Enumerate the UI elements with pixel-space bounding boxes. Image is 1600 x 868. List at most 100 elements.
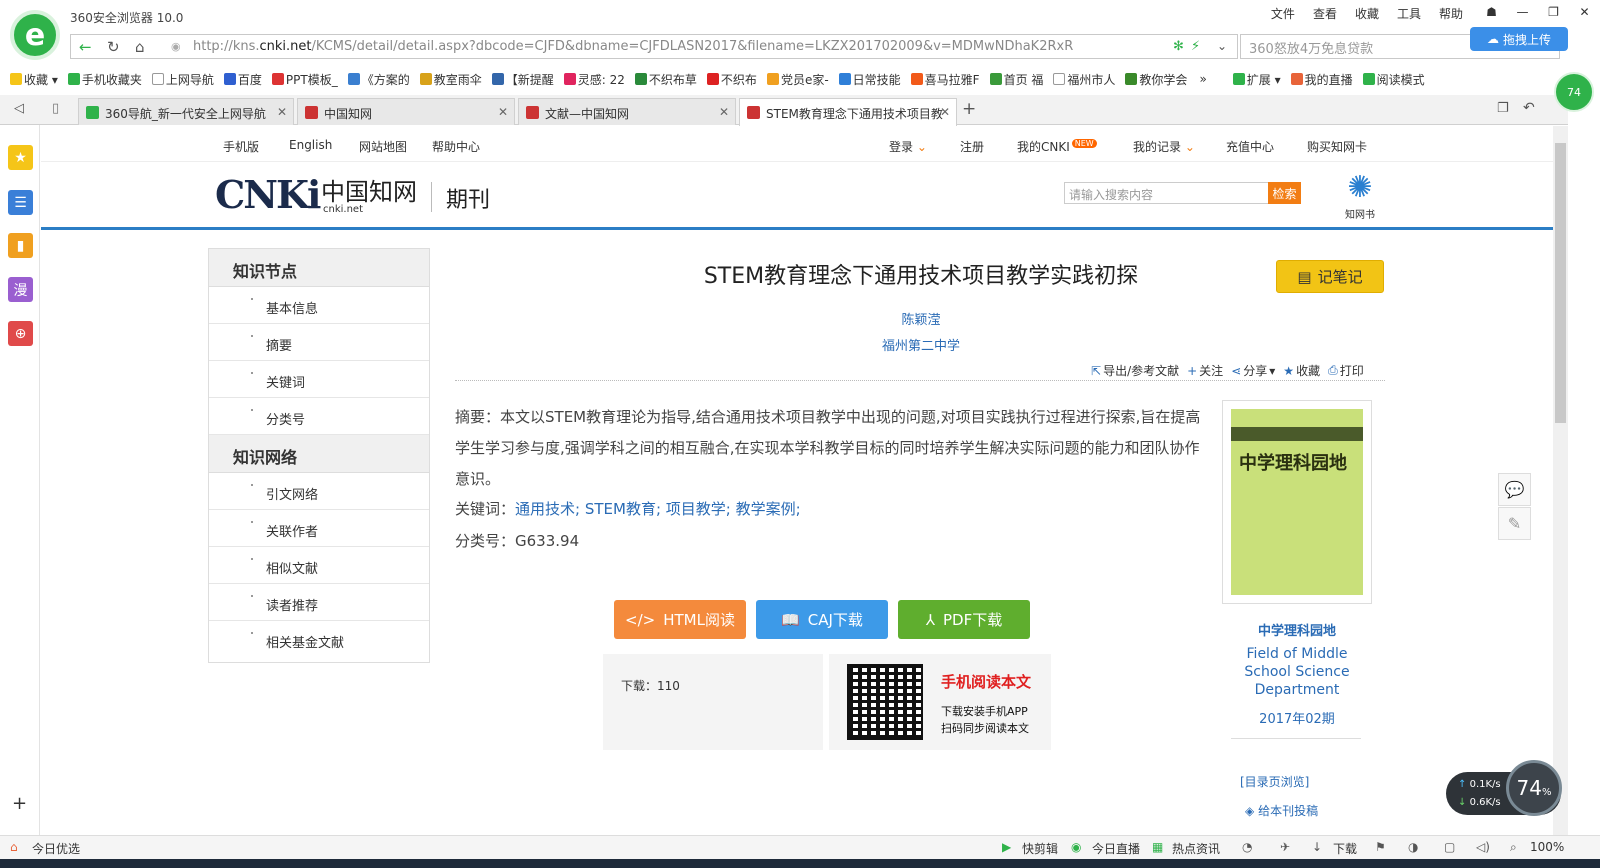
- nav-my-records[interactable]: 我的记录 ⌄: [1133, 138, 1195, 155]
- undo-close-icon[interactable]: ↶: [1523, 100, 1535, 116]
- keywords-links[interactable]: 通用技术; STEM教育; 项目教学; 教学案例;: [515, 500, 801, 518]
- add-sidebar-icon[interactable]: +: [12, 793, 27, 814]
- bookmark-item[interactable]: 我的直播: [1290, 71, 1353, 88]
- bookmark-item[interactable]: 收藏 ▾: [10, 71, 58, 88]
- mute-icon[interactable]: ✈: [1280, 840, 1290, 854]
- nav-sitemap[interactable]: 网站地图: [359, 138, 407, 155]
- more-bookmarks-icon[interactable]: »: [1199, 72, 1206, 86]
- knav-similar-literature[interactable]: 相似文献: [209, 547, 429, 584]
- menu-help[interactable]: 帮助: [1437, 3, 1465, 24]
- bookmark-item[interactable]: 教室雨伞: [419, 71, 482, 88]
- tab-close-icon[interactable]: ✕: [940, 105, 950, 119]
- minimize-button[interactable]: —: [1507, 0, 1538, 24]
- pdf-download-button[interactable]: ⅄ PDF下载: [898, 600, 1030, 639]
- nav-english[interactable]: English: [289, 138, 332, 152]
- list-icon[interactable]: ☰: [8, 190, 33, 215]
- tab-article-active[interactable]: STEM教育理念下通用技术项目教 ✕: [739, 98, 957, 126]
- bookmark-item[interactable]: 不织布: [706, 71, 757, 88]
- bookmark-item[interactable]: PPT模板_: [271, 71, 338, 88]
- nav-register[interactable]: 注册: [960, 138, 984, 155]
- site-search-input[interactable]: 请输入搜索内容: [1064, 182, 1269, 204]
- bookmark-item[interactable]: 【新提醒: [491, 71, 554, 88]
- tab-cnki-literature[interactable]: 文献—中国知网 ✕: [518, 98, 736, 125]
- close-button[interactable]: ✕: [1569, 0, 1600, 24]
- menu-view[interactable]: 查看: [1311, 3, 1339, 24]
- article-organization[interactable]: 福州第二中学: [801, 335, 1041, 354]
- favorite-button[interactable]: ★ 收藏: [1283, 362, 1320, 379]
- journal-cover[interactable]: 中学理科园地: [1222, 400, 1372, 604]
- favorites-icon[interactable]: ★: [8, 145, 33, 170]
- lightning-icon[interactable]: ⚡: [1191, 39, 1200, 54]
- game-icon[interactable]: ⊕: [8, 321, 33, 346]
- browser-logo-icon[interactable]: e: [10, 10, 60, 60]
- print-button[interactable]: ⎙ 打印: [1328, 362, 1364, 379]
- bookmark-item[interactable]: 《方案的: [347, 71, 410, 88]
- restore-tabs-icon[interactable]: ❐: [1497, 101, 1509, 116]
- caj-download-button[interactable]: 📖 CAJ下载: [756, 600, 888, 639]
- bookmark-item[interactable]: 首页 福: [989, 71, 1043, 88]
- skin-icon[interactable]: ☗: [1476, 0, 1507, 24]
- tab-360-nav[interactable]: 360导航_新一代安全上网导航 ✕: [78, 98, 294, 125]
- export-button[interactable]: ⇱ 导出/参考文献: [1091, 362, 1179, 379]
- menu-tools[interactable]: 工具: [1395, 3, 1423, 24]
- journal-issue[interactable]: 2017年02期: [1227, 708, 1367, 727]
- reading-list-icon[interactable]: ▯: [52, 101, 59, 116]
- bookmark-item[interactable]: 上网导航: [151, 71, 214, 88]
- dropdown-icon[interactable]: ⌄: [1217, 39, 1227, 53]
- status-download[interactable]: 下载: [1333, 840, 1357, 857]
- bookmark-item[interactable]: 教你学会: [1125, 71, 1187, 88]
- window-icon[interactable]: ▢: [1444, 840, 1455, 854]
- scrollbar-thumb[interactable]: [1555, 143, 1566, 423]
- knav-fund-literature[interactable]: 相关基金文献: [209, 621, 429, 658]
- home-icon[interactable]: ⌂: [135, 38, 145, 56]
- nav-my-cnki[interactable]: 我的CNKI NEW: [1017, 138, 1097, 155]
- knav-keywords[interactable]: 关键词: [209, 361, 429, 398]
- submit-link[interactable]: ◈ 给本刊投稿: [1245, 802, 1318, 819]
- book-icon[interactable]: ▮: [8, 233, 33, 258]
- bookmark-item[interactable]: 喜马拉雅F: [910, 71, 980, 88]
- bookmark-item[interactable]: 福州市人: [1053, 71, 1115, 88]
- bookmark-item[interactable]: 阅读模式: [1362, 71, 1425, 88]
- maximize-button[interactable]: ❐: [1538, 0, 1569, 24]
- knav-basic-info[interactable]: 基本信息: [209, 287, 429, 324]
- speed-icon-2[interactable]: ◑: [1408, 840, 1418, 854]
- sound-icon[interactable]: ◁): [1476, 840, 1490, 854]
- flag-icon[interactable]: ⚑: [1375, 840, 1386, 854]
- bookmark-item[interactable]: 日常技能: [838, 71, 901, 88]
- nav-help[interactable]: 帮助中心: [432, 138, 480, 155]
- status-today-pick[interactable]: 今日优选: [32, 840, 80, 857]
- speed-test-icon[interactable]: ◔: [1242, 840, 1252, 854]
- nav-mobile[interactable]: 手机版: [223, 138, 259, 155]
- knav-citation-network[interactable]: 引文网络: [209, 473, 429, 510]
- sidebar-toggle-icon[interactable]: ◁: [14, 101, 24, 116]
- site-search-button[interactable]: 检索: [1268, 182, 1301, 204]
- edit-icon[interactable]: ✎: [1498, 507, 1531, 540]
- bookmark-item[interactable]: 扩展 ▾: [1232, 71, 1281, 88]
- tab-close-icon[interactable]: ✕: [498, 105, 508, 119]
- follow-button[interactable]: + 关注: [1187, 362, 1223, 379]
- refresh-icon[interactable]: ↻: [107, 38, 120, 56]
- url-text[interactable]: http://kns.cnki.net/KCMS/detail/detail.a…: [193, 39, 1073, 54]
- bookmark-item[interactable]: 党员e家-: [766, 71, 829, 88]
- catalog-link[interactable]: [目录页浏览]: [1240, 773, 1309, 790]
- upload-button[interactable]: ☁ 拖拽上传: [1470, 27, 1568, 51]
- cnki-logo[interactable]: CNKi: [215, 172, 321, 217]
- nav-login[interactable]: 登录 ⌄: [889, 138, 927, 155]
- comic-icon[interactable]: 漫: [8, 277, 33, 302]
- take-note-button[interactable]: ▤ 记笔记: [1276, 260, 1384, 293]
- html-read-button[interactable]: </> HTML阅读: [614, 600, 746, 639]
- status-news[interactable]: 热点资讯: [1172, 840, 1220, 857]
- bookmark-item[interactable]: 不织布草: [634, 71, 697, 88]
- nav-buy-card[interactable]: 购买知网卡: [1307, 138, 1367, 155]
- knav-reader-recommend[interactable]: 读者推荐: [209, 584, 429, 621]
- back-icon[interactable]: ←: [79, 38, 92, 56]
- tab-close-icon[interactable]: ✕: [277, 105, 287, 119]
- speed-icon[interactable]: ✻: [1173, 39, 1184, 54]
- knav-abstract[interactable]: 摘要: [209, 324, 429, 361]
- nav-recharge[interactable]: 充值中心: [1226, 138, 1274, 155]
- knav-classification[interactable]: 分类号: [209, 398, 429, 435]
- tab-cnki[interactable]: 中国知网 ✕: [297, 98, 515, 125]
- article-author[interactable]: 陈颖滢: [801, 309, 1041, 328]
- knav-related-authors[interactable]: 关联作者: [209, 510, 429, 547]
- status-quickcut[interactable]: 快剪辑: [1022, 840, 1058, 857]
